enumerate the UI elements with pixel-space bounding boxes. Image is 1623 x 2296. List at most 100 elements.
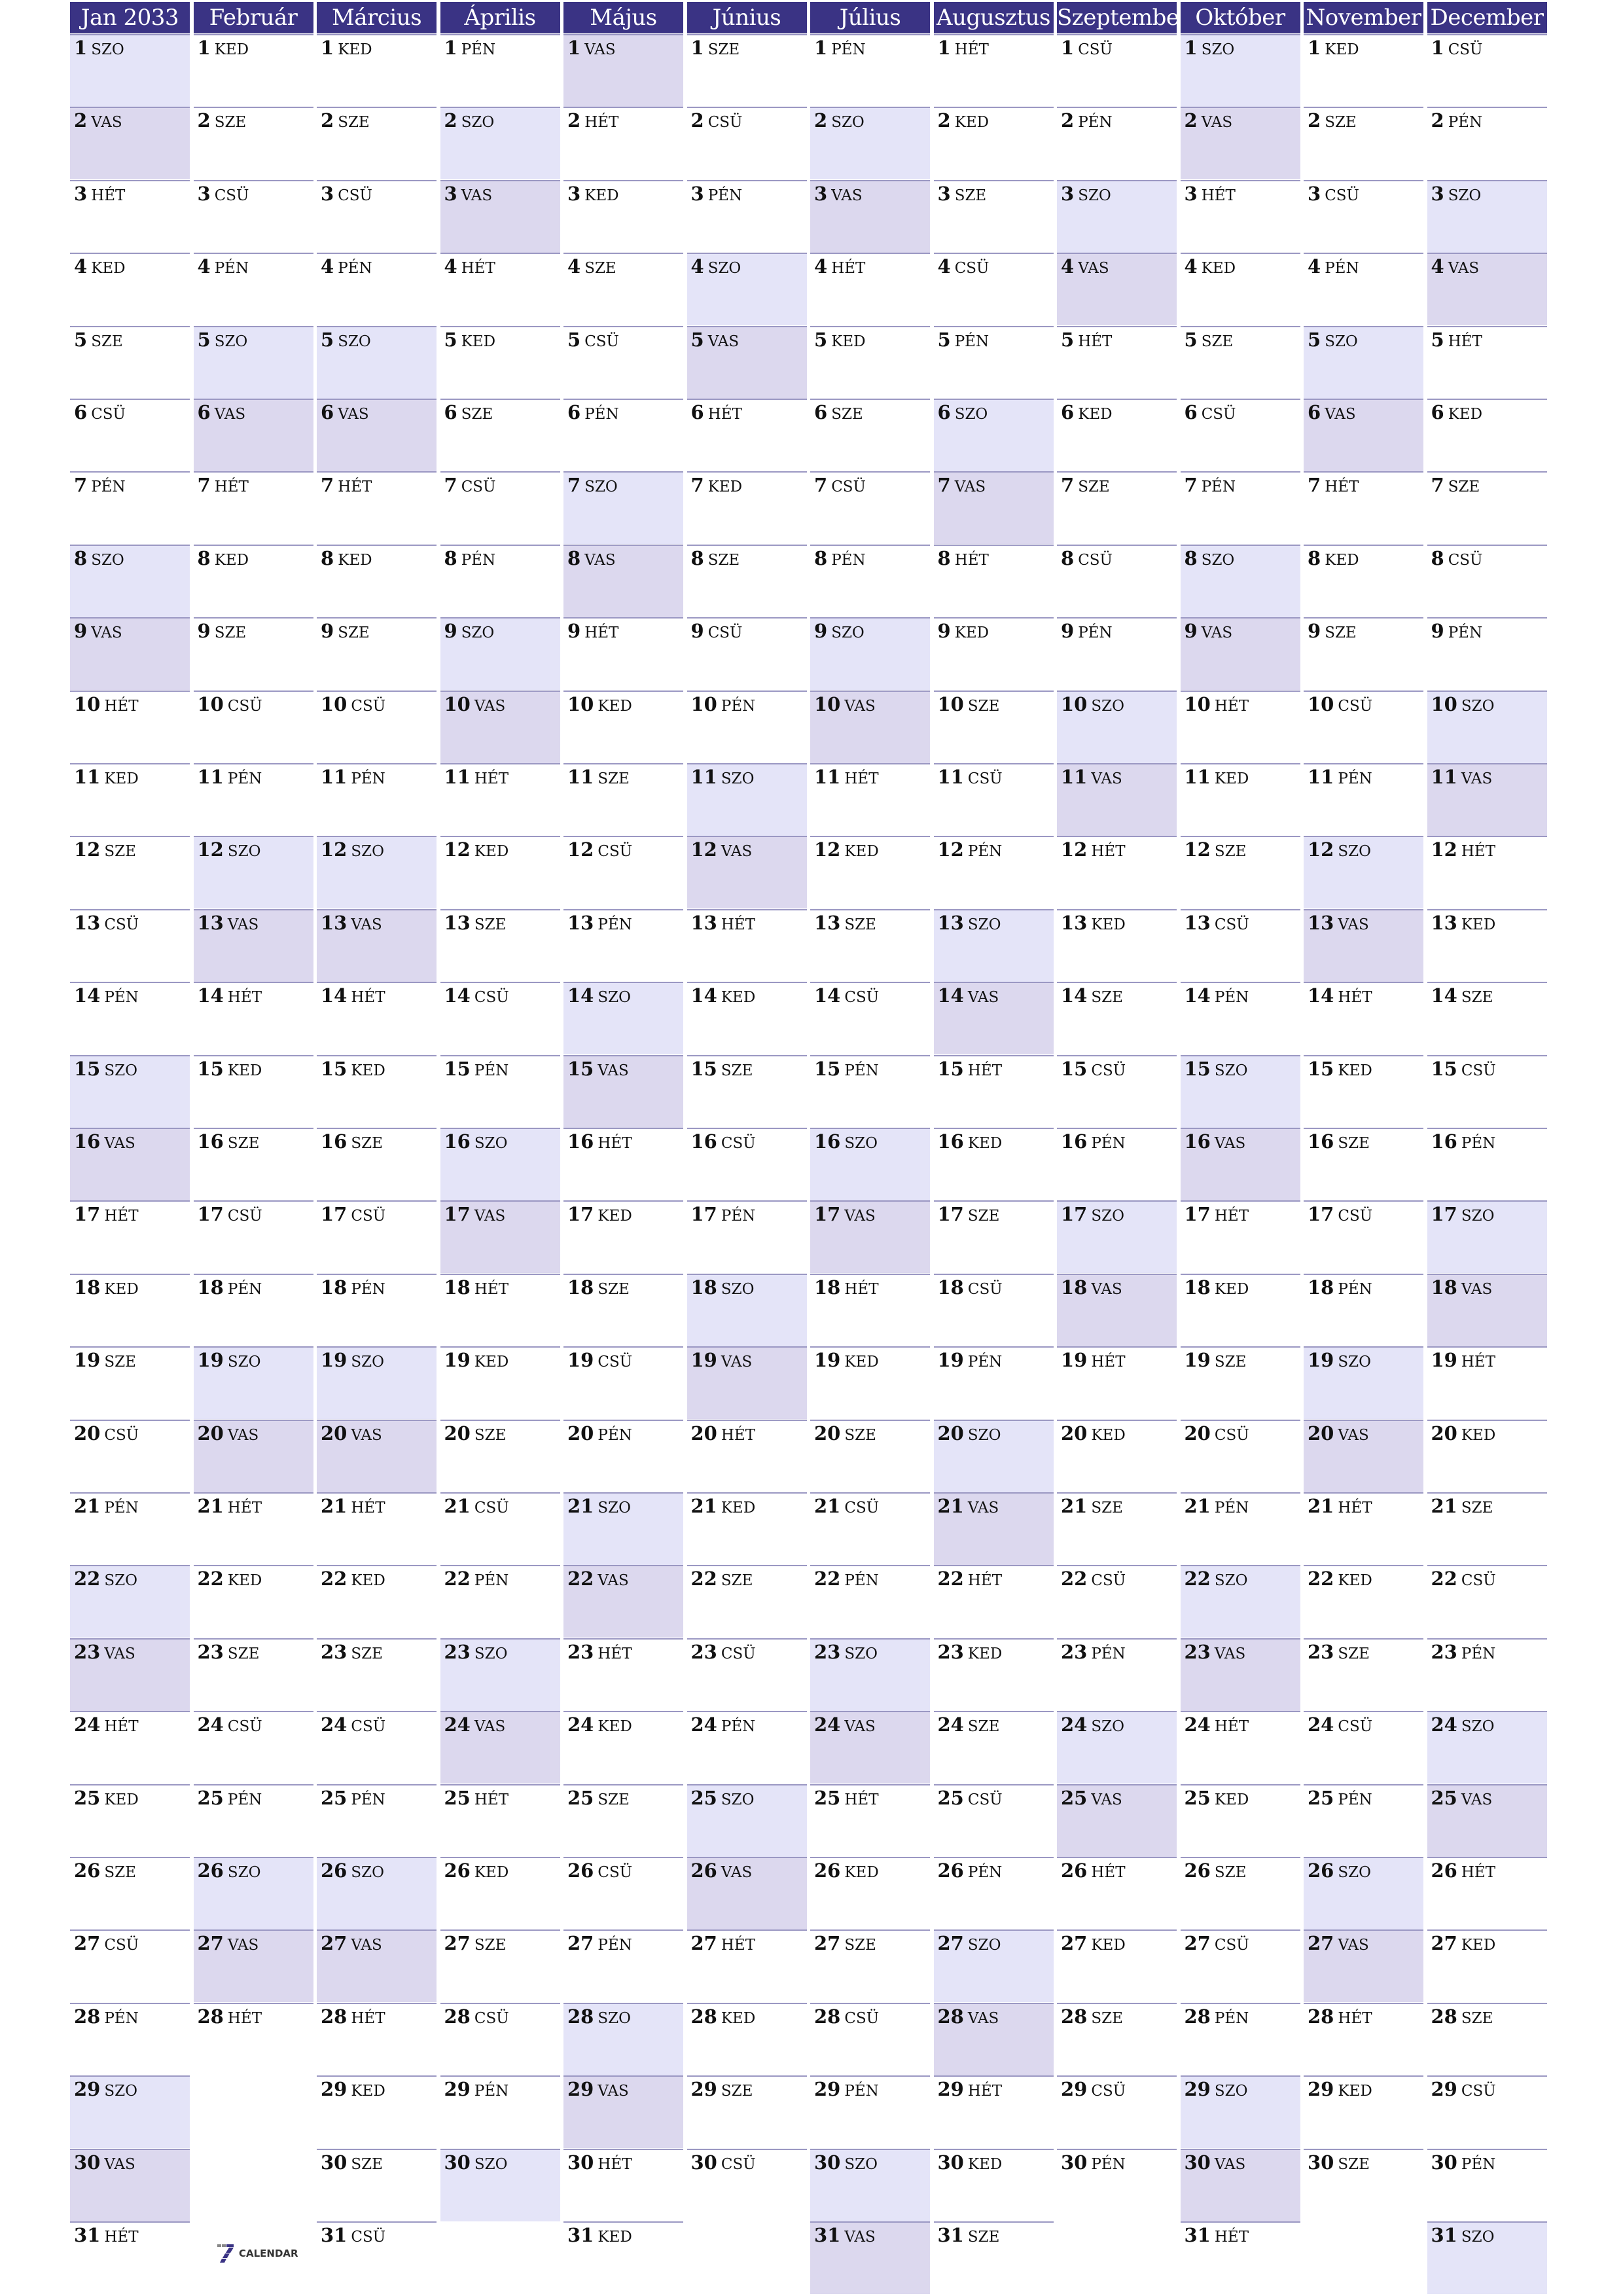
weekday-label: SZO: [1214, 1062, 1248, 1079]
weekday-label: SZO: [227, 1864, 261, 1881]
day-number: 22: [1184, 1568, 1211, 1590]
day-cell: 2 SZE: [193, 107, 313, 179]
day-cell: 20 KED: [1427, 1419, 1547, 1492]
day-number: 27: [74, 1932, 101, 1955]
day-cell: 29 KED: [1304, 2075, 1423, 2148]
day-number: 25: [937, 1786, 964, 1809]
weekday-label: PÉN: [844, 1062, 879, 1079]
day-cell: 13 VAS: [193, 908, 313, 982]
day-cell: 9 PÉN: [1427, 617, 1547, 690]
weekday-label: PÉN: [831, 41, 866, 58]
weekday-label: PÉN: [227, 770, 262, 787]
day-number: 6: [444, 401, 457, 423]
weekday-label: SZE: [104, 1864, 136, 1881]
day-cell: 2 SZE: [1304, 107, 1423, 179]
weekday-label: HÉT: [721, 916, 756, 933]
day-cell: 14 SZO: [563, 982, 683, 1055]
weekday-label: VAS: [584, 41, 616, 58]
weekday-label: SZO: [474, 1645, 508, 1662]
day-cell: 19 SZO: [193, 1346, 313, 1420]
weekday-label: HÉT: [967, 1572, 1003, 1590]
day-cell: 29 SZO: [70, 2075, 190, 2149]
day-cell: 21 CSÜ: [810, 1492, 930, 1565]
weekday-label: KED: [954, 624, 990, 642]
weekday-label: SZO: [474, 2155, 508, 2173]
weekday-label: CSÜ: [721, 2155, 756, 2173]
day-number: 4: [1308, 255, 1321, 278]
day-cell: 3 HÉT: [1180, 179, 1300, 253]
weekday-label: PÉN: [461, 551, 496, 569]
weekday-label: SZO: [1338, 1354, 1371, 1371]
day-number: 10: [1061, 692, 1088, 715]
day-cell: 12 CSÜ: [563, 836, 683, 908]
day-cell: 11 SZE: [563, 763, 683, 836]
day-number: 29: [1431, 2078, 1457, 2101]
day-cell: 19 SZE: [70, 1346, 190, 1419]
day-cell: 14 HÉT: [317, 982, 437, 1054]
weekday-label: SZE: [967, 2229, 1000, 2246]
weekday-label: PÉN: [721, 1718, 756, 1736]
day-cell: 19 SZE: [1180, 1346, 1300, 1419]
day-cell: 10 SZO: [1427, 690, 1547, 763]
day-number: 7: [321, 474, 334, 497]
day-cell: 15 SZO: [1180, 1054, 1300, 1128]
weekday-label: HÉT: [597, 1645, 632, 1662]
weekday-label: CSÜ: [1091, 2083, 1126, 2100]
day-number: 12: [1184, 838, 1211, 861]
day-number: 1: [197, 37, 211, 59]
day-number: 22: [197, 1568, 224, 1590]
weekday-label: CSÜ: [474, 989, 509, 1007]
day-number: 19: [690, 1349, 717, 1372]
day-cell: 13 VAS: [317, 908, 437, 982]
weekday-label: HÉT: [1078, 332, 1113, 350]
day-number: 19: [1061, 1349, 1088, 1372]
day-number: 14: [1308, 984, 1334, 1007]
day-cell: 21 VAS: [933, 1492, 1054, 1565]
day-cell: 27 KED: [1427, 1929, 1547, 2002]
weekday-label: VAS: [844, 697, 876, 715]
day-number: 12: [937, 838, 964, 861]
weekday-label: PÉN: [104, 989, 139, 1007]
weekday-label: SZO: [1201, 551, 1235, 569]
day-cell: 6 KED: [1427, 399, 1547, 471]
day-cell: 21 SZO: [563, 1492, 683, 1565]
weekday-label: VAS: [1214, 2155, 1246, 2173]
day-cell: 4 CSÜ: [933, 253, 1054, 325]
weekday-label: CSÜ: [351, 697, 386, 715]
day-cell: 16 KED: [933, 1128, 1054, 1200]
day-cell: 1 KED: [317, 34, 437, 107]
day-number: 17: [1184, 1203, 1211, 1226]
day-number: 12: [1061, 838, 1088, 861]
weekday-label: PÉN: [214, 260, 249, 278]
day-number: 2: [197, 109, 211, 132]
weekday-label: SZO: [1325, 332, 1358, 350]
day-cell: 8 CSÜ: [1427, 544, 1547, 617]
day-number: 9: [197, 620, 211, 643]
weekday-label: VAS: [1214, 1645, 1246, 1662]
weekday-label: VAS: [1091, 770, 1122, 787]
month-header: Június: [687, 2, 807, 33]
weekday-label: CSÜ: [214, 187, 249, 204]
weekday-label: CSÜ: [967, 1280, 1003, 1298]
day-cell: 23 SZE: [193, 1638, 313, 1711]
weekday-label: SZE: [721, 1062, 753, 1079]
weekday-label: CSÜ: [338, 187, 372, 204]
weekday-label: SZE: [1214, 1864, 1247, 1881]
month-column: Június 1 SZE 2 CSÜ 3 PÉN 4 SZO 5 VAS 6 HÉT 7 KED 8 SZE 9 C…: [687, 2, 807, 2174]
weekday-label: HÉT: [584, 624, 619, 642]
day-number: 12: [567, 838, 594, 861]
day-cell: 20 CSÜ: [70, 1419, 190, 1492]
weekday-label: CSÜ: [1201, 406, 1236, 423]
day-cell: 21 SZE: [1427, 1492, 1547, 1565]
day-cell: 21 PÉN: [70, 1492, 190, 1565]
day-number: 16: [1431, 1130, 1457, 1153]
day-cell: 16 SZE: [1304, 1128, 1423, 1200]
weekday-label: SZO: [1448, 187, 1482, 204]
weekday-label: PÉN: [1091, 2155, 1126, 2173]
weekday-label: HÉT: [584, 114, 619, 132]
day-number: 9: [1308, 620, 1321, 643]
day-number: 24: [814, 1713, 841, 1736]
weekday-label: KED: [721, 2009, 756, 2027]
weekday-label: VAS: [227, 1937, 259, 1954]
weekday-label: SZE: [967, 697, 1000, 715]
